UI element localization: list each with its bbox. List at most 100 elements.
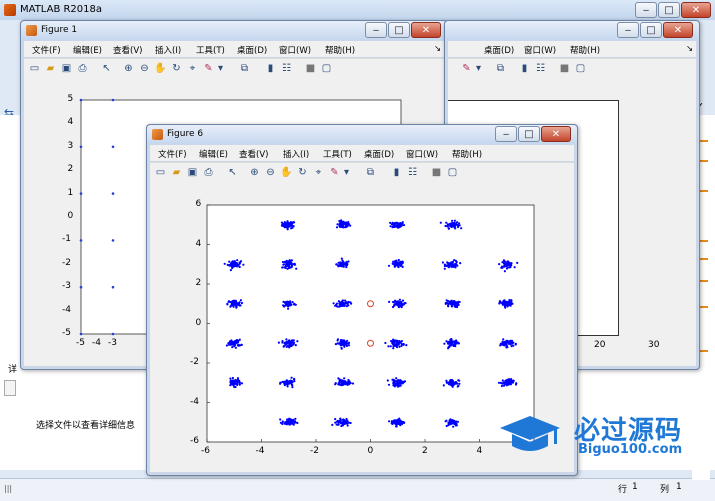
link-plot-2-icon[interactable]: ⧉ xyxy=(494,62,507,75)
data-cursor-icon[interactable]: ⌖ xyxy=(186,62,199,75)
rotate-3d-icon[interactable]: ↻ xyxy=(170,62,183,75)
menu-help-2[interactable]: 帮助(H) xyxy=(570,44,600,56)
scatter-point xyxy=(395,419,398,422)
scatter-point xyxy=(290,421,293,424)
menu-desktop[interactable]: 桌面(D) xyxy=(237,44,267,56)
scatter-point xyxy=(444,264,448,267)
new-file-icon[interactable]: ▭ xyxy=(154,166,167,179)
menu-desktop-2[interactable]: 桌面(D) xyxy=(484,44,514,56)
hide-plot-tools-2-icon[interactable]: ■ xyxy=(558,62,571,75)
figure-6-close-button[interactable]: ✕ xyxy=(541,126,571,142)
scatter-point xyxy=(497,381,501,384)
scatter-point xyxy=(231,346,234,349)
scatter-point xyxy=(283,266,286,269)
menu-tools[interactable]: 工具(T) xyxy=(196,44,225,56)
menu-dock-arrow-icon[interactable]: ↘ xyxy=(434,44,441,54)
menu-window[interactable]: 窗口(W) xyxy=(406,148,438,160)
pointer-icon[interactable]: ↖ xyxy=(100,62,113,75)
menu-window-2[interactable]: 窗口(W) xyxy=(524,44,556,56)
save-icon[interactable]: ▣ xyxy=(60,62,73,75)
link-plot-icon[interactable]: ⧉ xyxy=(238,62,251,75)
scatter-point xyxy=(282,263,285,266)
menu-view[interactable]: 查看(V) xyxy=(113,44,142,56)
matlab-maximize-button[interactable]: □ xyxy=(658,2,680,18)
scatter-point xyxy=(289,266,292,269)
scatter-point xyxy=(453,344,456,347)
menu-insert[interactable]: 插入(I) xyxy=(283,148,309,160)
pan-hand-icon[interactable]: ✋ xyxy=(154,62,167,75)
zoom-in-icon[interactable]: ⊕ xyxy=(122,62,135,75)
scatter-point xyxy=(387,264,391,267)
scatter-point xyxy=(402,381,406,384)
rotate-3d-icon[interactable]: ↻ xyxy=(296,166,309,179)
colorbar-icon[interactable]: ▮ xyxy=(390,166,403,179)
x-tick-label: -3 xyxy=(108,338,117,348)
menu-edit[interactable]: 编辑(E) xyxy=(199,148,228,160)
scroll-handle-icon[interactable] xyxy=(4,380,16,396)
colorbar-icon[interactable]: ▮ xyxy=(264,62,277,75)
figure-2-minimize-button[interactable]: ‒ xyxy=(617,22,639,38)
legend-2-icon[interactable]: ☷ xyxy=(534,62,547,75)
menu-file[interactable]: 文件(F) xyxy=(158,148,187,160)
brush-dropdown-icon[interactable]: ▾ xyxy=(214,62,227,75)
open-folder-icon[interactable]: ▰ xyxy=(44,62,57,75)
scatter-point xyxy=(443,267,446,270)
save-icon[interactable]: ▣ xyxy=(186,166,199,179)
hide-plot-tools-icon[interactable]: ■ xyxy=(304,62,317,75)
print-icon[interactable]: ⎙ xyxy=(202,166,215,179)
zoom-out-icon[interactable]: ⊖ xyxy=(138,62,151,75)
brush-dropdown-2-icon[interactable]: ▾ xyxy=(472,62,485,75)
scatter-point xyxy=(240,382,244,385)
scatter-point xyxy=(281,341,284,344)
scatter-point xyxy=(345,305,348,308)
scatter-point xyxy=(288,346,291,349)
matlab-left-strip xyxy=(0,22,20,115)
print-icon[interactable]: ⎙ xyxy=(76,62,89,75)
pointer-icon[interactable]: ↖ xyxy=(226,166,239,179)
figure-6-maximize-button[interactable]: □ xyxy=(518,126,540,142)
menu-insert[interactable]: 插入(I) xyxy=(155,44,181,56)
zoom-in-icon[interactable]: ⊕ xyxy=(248,166,261,179)
figure-1-maximize-button[interactable]: □ xyxy=(388,22,410,38)
scatter-point xyxy=(443,342,446,345)
figure-2-close-button[interactable]: ✕ xyxy=(663,22,693,38)
matlab-close-button[interactable]: ✕ xyxy=(681,2,711,18)
menu-help[interactable]: 帮助(H) xyxy=(452,148,482,160)
brush-dropdown-icon[interactable]: ▾ xyxy=(340,166,353,179)
menu-help[interactable]: 帮助(H) xyxy=(325,44,355,56)
show-plot-tools-icon[interactable]: ▢ xyxy=(446,166,459,179)
hide-plot-tools-icon[interactable]: ■ xyxy=(430,166,443,179)
zoom-out-icon[interactable]: ⊖ xyxy=(264,166,277,179)
scatter-point xyxy=(340,346,343,349)
figure-2-maximize-button[interactable]: □ xyxy=(640,22,662,38)
matlab-title: MATLAB R2018a xyxy=(20,4,103,15)
show-plot-tools-icon[interactable]: ▢ xyxy=(320,62,333,75)
menu-edit[interactable]: 编辑(E) xyxy=(73,44,102,56)
link-plot-icon[interactable]: ⧉ xyxy=(364,166,377,179)
menu-view[interactable]: 查看(V) xyxy=(239,148,268,160)
new-file-icon[interactable]: ▭ xyxy=(28,62,41,75)
scatter-point xyxy=(342,265,345,268)
figure-6-minimize-button[interactable]: ‒ xyxy=(495,126,517,142)
menu-desktop[interactable]: 桌面(D) xyxy=(364,148,394,160)
menu-window[interactable]: 窗口(W) xyxy=(279,44,311,56)
details-panel-text: 选择文件以查看详细信息 xyxy=(36,421,136,431)
figure-1-close-button[interactable]: ✕ xyxy=(411,22,441,38)
legend-icon[interactable]: ☷ xyxy=(280,62,293,75)
scatter-point xyxy=(293,221,296,224)
figure-1-minimize-button[interactable]: ‒ xyxy=(365,22,387,38)
menu-dock-arrow-2-icon[interactable]: ↘ xyxy=(686,44,693,54)
menu-tools[interactable]: 工具(T) xyxy=(323,148,352,160)
show-plot-tools-2-icon[interactable]: ▢ xyxy=(574,62,587,75)
legend-icon[interactable]: ☷ xyxy=(406,166,419,179)
matlab-minimize-button[interactable]: ‒ xyxy=(635,2,657,18)
y-tick-label: 1 xyxy=(67,187,74,198)
scatter-point xyxy=(232,379,235,382)
menu-file[interactable]: 文件(F) xyxy=(32,44,61,56)
scatter-point xyxy=(286,304,289,307)
colorbar-2-icon[interactable]: ▮ xyxy=(518,62,531,75)
scatter-point xyxy=(79,192,83,195)
data-cursor-icon[interactable]: ⌖ xyxy=(312,166,325,179)
pan-hand-icon[interactable]: ✋ xyxy=(280,166,293,179)
open-folder-icon[interactable]: ▰ xyxy=(170,166,183,179)
